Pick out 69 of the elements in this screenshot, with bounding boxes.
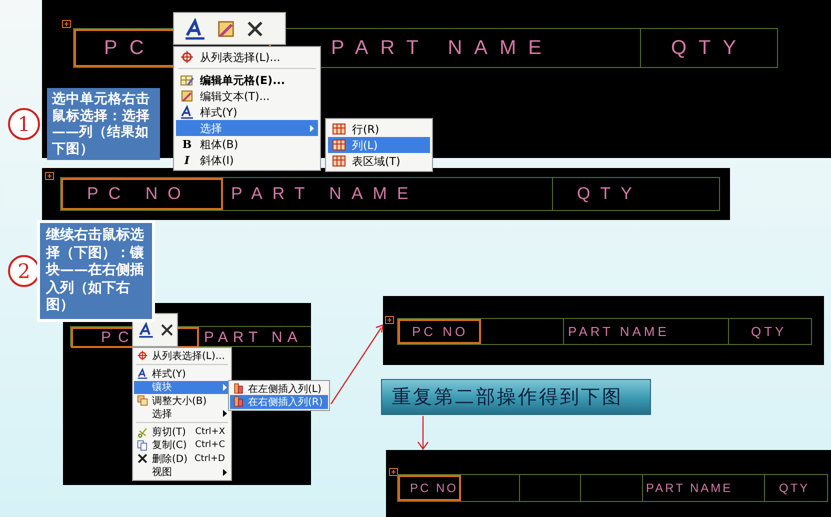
text-style-icon — [137, 368, 148, 380]
submenu-arrow-icon — [223, 468, 227, 476]
menu-item[interactable]: 编辑单元格(E)... — [176, 72, 318, 88]
step-number: 1 — [8, 108, 40, 140]
insert-column-icon — [233, 396, 244, 408]
menu-item[interactable]: 行(R) — [328, 121, 430, 137]
menu-item[interactable]: 选择 — [134, 407, 230, 420]
submenu-arrow-icon — [310, 124, 314, 132]
close-icon — [160, 323, 174, 337]
menu-item[interactable]: 剪切(T) Ctrl+X — [134, 425, 230, 439]
step-number: 2 — [8, 255, 40, 287]
edit-text-icon — [180, 89, 194, 103]
table-cell: PART NAME — [223, 178, 553, 210]
menu-item[interactable]: 视图 — [134, 465, 230, 479]
shortcut-label: Ctrl+X — [195, 427, 225, 438]
copy-icon — [137, 440, 148, 451]
table-cell-text: QTY — [576, 183, 643, 205]
edit-text-icon — [216, 18, 236, 38]
table-icon — [332, 122, 346, 136]
text-style-icon — [184, 18, 206, 40]
callout-note: 选中单元格右击鼠标选择：选择——列（结果如下图） — [47, 88, 160, 160]
table-cell-text: QTY — [778, 480, 811, 497]
table-cell-text: PART NA — [203, 328, 304, 348]
shortcut-label: Ctrl+D — [194, 454, 225, 464]
table-handle-icon[interactable] — [45, 172, 54, 180]
table-cell-text: QTY — [750, 323, 788, 341]
table-cell: PART NAME — [643, 475, 765, 501]
menu-item[interactable]: 在右侧插入列(R) — [230, 395, 328, 409]
cell-edit-icon — [180, 73, 194, 87]
table-icon — [332, 138, 346, 152]
table-cell: PC NO — [61, 178, 223, 210]
resize-icon — [137, 395, 148, 406]
delete-icon — [137, 453, 148, 464]
table-handle-icon[interactable] — [389, 468, 398, 476]
callout-note: 继续右击鼠标选择（下图）：镶块——在右侧插入列（如下右图） — [37, 220, 155, 322]
close-icon — [246, 20, 264, 38]
table-handle-icon[interactable] — [385, 316, 394, 324]
menu-item[interactable]: 选择 — [176, 120, 318, 136]
text-style-icon — [180, 105, 194, 119]
submenu-arrow-icon — [223, 410, 227, 418]
crosshair-icon — [180, 50, 194, 64]
format-icon: I — [180, 154, 194, 166]
menu-item[interactable]: 编辑文本(T)... — [176, 88, 318, 104]
table-cell-text: QTY — [670, 36, 750, 60]
scissors-icon — [137, 426, 148, 438]
table-cell: PC NO — [398, 319, 481, 344]
menu-item[interactable]: B 粗体(B) — [176, 136, 318, 152]
menu-item[interactable]: 列(L) — [328, 137, 430, 153]
menu-item[interactable]: 在左侧插入列(L) — [230, 382, 328, 396]
format-icon: B — [180, 138, 194, 150]
menu-item[interactable]: 表区域(T) — [328, 153, 430, 169]
table-cell: PC NO — [398, 475, 461, 501]
table-cell: PART NAME — [564, 319, 729, 344]
table-handle-icon[interactable] — [62, 20, 71, 28]
menu-item[interactable]: 镶块 — [134, 380, 230, 394]
menu-item[interactable]: 删除(D) Ctrl+D — [134, 452, 230, 466]
insert-column-icon — [233, 383, 244, 394]
crosshair-icon — [137, 350, 148, 362]
caption-banner: 重复第二部操作得到下图 — [381, 379, 651, 415]
menu-item[interactable]: I 斜体(I) — [176, 152, 318, 168]
text-style-icon — [138, 322, 154, 338]
menu-item[interactable]: 从列表选择(L)... — [134, 349, 230, 362]
menu-item[interactable]: 样式(Y) — [134, 367, 230, 381]
pointer-arrow — [418, 416, 428, 450]
menu-item[interactable]: 样式(Y) — [176, 104, 318, 120]
shortcut-label: Ctrl+C — [195, 440, 225, 450]
menu-item[interactable]: 调整大小(B) — [134, 394, 230, 408]
menu-item[interactable]: 复制(C) Ctrl+C — [134, 438, 230, 452]
table-icon — [332, 154, 346, 168]
